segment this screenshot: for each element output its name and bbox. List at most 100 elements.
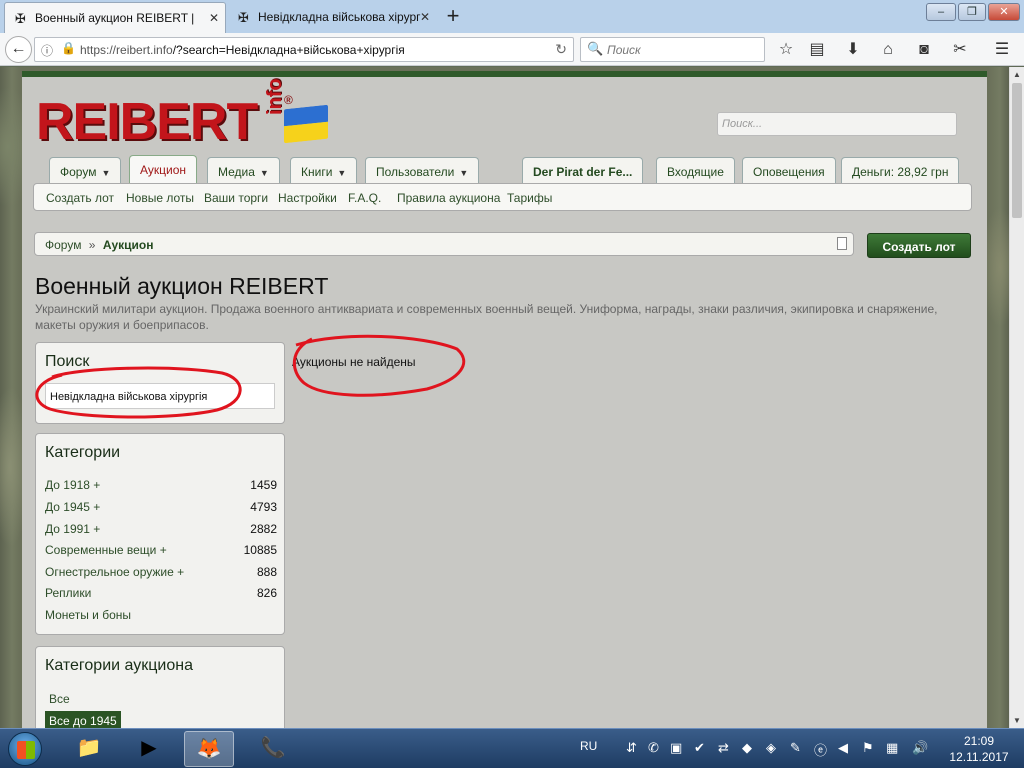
nav-tab-auction[interactable]: Аукцион [129,155,197,184]
windows-logo-icon [17,741,35,759]
sound-tray-icon[interactable]: ◀ [838,740,848,756]
category-item[interactable]: Огнестрельное оружие + 888 [45,565,277,583]
close-tab-icon[interactable]: ✕ [420,10,430,24]
home-icon[interactable]: ⌂ [878,41,898,59]
system-clock[interactable]: 21:09 12.11.2017 [944,733,1014,765]
category-label[interactable]: Современные вещи + [45,543,167,557]
no-results-message: Аукционы не найдены [292,355,416,369]
tools-tray-icon[interactable]: ✎ [790,740,801,756]
page-icon [837,237,847,250]
category-item[interactable]: Монеты и боны [45,608,277,626]
breadcrumb-auction[interactable]: Аукцион [103,238,154,252]
viber-taskbar-icon[interactable]: 📞 [248,731,298,767]
bookmark-star-icon[interactable]: ☆ [776,41,796,59]
category-item[interactable]: До 1945 + 4793 [45,500,277,518]
scroll-down-arrow-icon[interactable]: ▼ [1010,713,1024,728]
network-tray-icon[interactable]: ⇄ [718,740,729,756]
reload-icon[interactable]: ↻ [555,41,567,58]
scroll-up-arrow-icon[interactable]: ▲ [1010,67,1024,82]
nav-tab-media[interactable]: Медиа ▼ [207,157,280,183]
iron-cross-favicon-icon: ✠ [15,11,26,26]
user-nav-label: Входящие [667,165,724,179]
page-scrollbar[interactable]: ▲ ▼ [1009,67,1024,728]
category-item[interactable]: До 1918 + 1459 [45,478,277,496]
address-bar[interactable]: ⓘ 🔒 https://reibert.info/?search=Невідкл… [34,37,574,62]
subnav-your-bids[interactable]: Ваши торги [204,191,268,205]
firefox-taskbar-icon[interactable]: 🦊 [184,731,234,767]
tray-arrows-icon[interactable]: ⇵ [626,740,637,756]
camera-tray-icon[interactable]: ▣ [670,740,682,756]
info-icon[interactable]: ⓘ [41,42,53,59]
category-label[interactable]: Монеты и боны [45,608,131,622]
browser-tray-icon[interactable]: ⓔ [814,740,827,759]
viber-tray-icon[interactable]: ✆ [648,740,659,756]
tab-title: Невідкладна військова хірург [258,10,421,24]
notifications-tab[interactable]: Оповещения [742,157,836,183]
nav-tab-label: Пользователи [376,165,455,179]
category-count: 2882 [250,522,277,536]
category-count: 4793 [250,500,277,514]
category-label[interactable]: Огнестрельное оружие + [45,565,184,579]
category-label[interactable]: До 1945 + [45,500,100,514]
category-count: 1459 [250,478,277,492]
network-error-tray-icon[interactable]: ▦ [886,740,898,756]
chevron-down-icon: ▼ [459,168,469,178]
ukraine-flag-icon [284,104,328,144]
subnav-faq[interactable]: F.A.Q. [348,191,381,205]
nav-tab-users[interactable]: Пользователи ▼ [365,157,480,183]
menu-hamburger-icon[interactable]: ☰ [992,41,1012,59]
subnav-tariffs[interactable]: Тарифы [507,191,552,205]
close-window-button[interactable]: ✕ [988,3,1020,21]
category-label[interactable]: До 1991 + [45,522,100,536]
downloads-icon[interactable]: ⬇ [843,41,863,59]
inbox-tab[interactable]: Входящие [656,157,735,183]
auction-category-all-before-1945[interactable]: Все до 1945 [45,711,121,728]
auction-category-all[interactable]: Все [45,689,74,709]
explorer-taskbar-icon[interactable]: 📁 [64,731,114,767]
shield-tray-icon[interactable]: ◈ [766,740,776,756]
game-tray-icon[interactable]: ◆ [742,740,752,756]
subnav-auction-rules[interactable]: Правила аукциона [397,191,500,205]
media-player-taskbar-icon[interactable]: ▶ [124,731,174,767]
site-search-input[interactable]: Поиск... [717,112,957,136]
categories-panel-title: Категории [45,444,121,461]
scrollbar-thumb[interactable] [1012,83,1022,218]
back-arrow-icon[interactable]: ← [5,36,32,63]
breadcrumb-forum[interactable]: Форум [45,238,81,252]
category-label[interactable]: До 1918 + [45,478,100,492]
browser-tab-auction[interactable]: ✠ Военный аукцион REIBERT | ✕ [4,2,226,33]
new-tab-plus-icon[interactable]: + [440,4,466,30]
balance-tab[interactable]: Деньги: 28,92 грн [841,157,960,183]
start-button[interactable] [8,732,42,766]
subnav-settings[interactable]: Настройки [278,191,337,205]
url-path: /?search=Невідкладна+військова+хірургія [172,43,405,57]
subnav-new-lots[interactable]: Новые лоты [126,191,194,205]
site-logo[interactable]: REIBERT [36,96,258,148]
category-label[interactable]: Реплики [45,586,91,600]
volume-tray-icon[interactable]: 🔊 [912,740,928,756]
category-item[interactable]: Современные вещи + 10885 [45,543,277,561]
page-title: Военный аукцион REIBERT [35,273,329,299]
browser-tab-search[interactable]: ✠ Невідкладна військова хірург ✕ [228,2,436,33]
create-lot-button[interactable]: Создать лот [867,233,971,258]
extension-icon[interactable]: ✂ [950,41,970,59]
reading-list-icon[interactable]: ▤ [807,41,827,59]
category-item[interactable]: До 1991 + 2882 [45,522,277,540]
auction-categories-panel: Категории аукциона Все Все до 1945 [35,646,285,728]
flag-tray-icon[interactable]: ⚑ [862,740,874,756]
category-item[interactable]: Реплики 826 [45,586,277,604]
maximize-window-button[interactable]: ❐ [958,3,986,21]
language-indicator[interactable]: RU [580,739,597,753]
browser-search-box[interactable]: 🔍 Поиск [580,37,765,62]
check-tray-icon[interactable]: ✔ [694,740,705,756]
minimize-window-button[interactable]: – [926,3,956,21]
close-tab-icon[interactable]: ✕ [209,11,219,25]
auction-sub-nav: Создать лот Новые лоты Ваши торги Настро… [33,183,972,211]
user-profile-tab[interactable]: Der Pirat der Fe... [522,157,644,183]
chevron-down-icon: ▼ [259,168,269,178]
nav-tab-books[interactable]: Книги ▼ [290,157,358,183]
pocket-icon[interactable]: ◙ [914,41,934,59]
auction-search-input[interactable]: Невідкладна військова хірургія [45,383,275,409]
nav-tab-forum[interactable]: Форум ▼ [49,157,122,183]
subnav-create-lot[interactable]: Создать лот [46,191,114,205]
